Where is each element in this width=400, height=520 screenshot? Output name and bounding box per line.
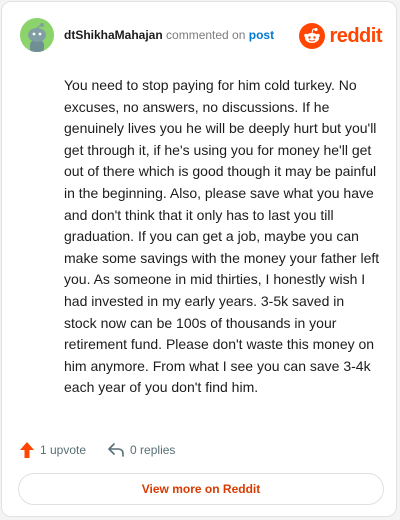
upvote-arrow-icon <box>20 442 34 458</box>
reddit-logo[interactable]: reddit <box>299 22 382 50</box>
upvote-count: 1 upvote <box>40 443 87 457</box>
byline-action-text: commented on <box>166 28 246 42</box>
user-avatar[interactable] <box>20 18 54 52</box>
upvote-button[interactable]: 1 upvote <box>20 442 86 458</box>
reddit-alien-icon <box>299 23 326 49</box>
post-link[interactable]: post <box>249 28 274 42</box>
comment-byline: dtShikhaMahajan commented on post <box>64 27 274 43</box>
comment-card: dtShikhaMahajan commented on post reddit <box>1 1 397 517</box>
author-username[interactable]: dtShikhaMahajan <box>64 28 163 42</box>
reply-arrow-icon <box>108 443 124 457</box>
reply-count: 0 replies <box>130 443 176 457</box>
comment-actions: 1 upvote 0 replies <box>20 440 175 460</box>
view-more-button[interactable]: View more on Reddit <box>18 473 384 505</box>
snoo-avatar-icon <box>20 18 54 52</box>
comment-header: dtShikhaMahajan commented on post reddit <box>20 16 382 56</box>
replies-button[interactable]: 0 replies <box>108 443 175 457</box>
comment-body: You need to stop paying for him cold tur… <box>64 77 380 396</box>
reddit-wordmark: reddit <box>329 24 382 47</box>
